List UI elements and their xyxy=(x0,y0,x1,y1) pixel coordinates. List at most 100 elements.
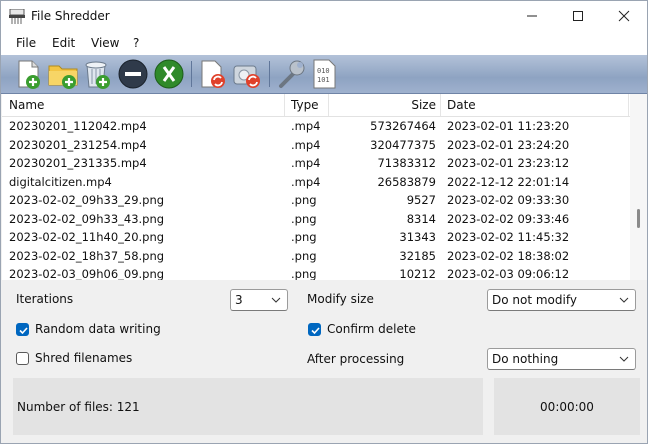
close-button[interactable] xyxy=(601,1,647,31)
table-row[interactable]: 2023-02-02_18h37_58.png .png 32185 2023-02-… xyxy=(2,247,630,265)
column-divider[interactable] xyxy=(440,94,441,116)
menu-view[interactable]: View xyxy=(91,36,119,50)
binary-file-icon: 010 101 xyxy=(313,59,336,89)
column-date-header[interactable]: Date xyxy=(447,98,476,112)
clear-list-button[interactable] xyxy=(153,58,185,90)
table-row[interactable]: 2023-02-02_11h40_20.png .png 31343 2023-02-… xyxy=(2,228,630,246)
chevron-down-icon xyxy=(619,356,629,362)
file-date-cell: 2023-02-01 23:24:20 xyxy=(447,137,570,152)
scrollbar-thumb[interactable] xyxy=(637,209,640,228)
iterations-value: 3 xyxy=(235,293,243,307)
file-count-text: Number of files: 121 xyxy=(17,400,140,414)
random-data-label[interactable]: Random data writing xyxy=(35,322,161,336)
shred-files-button[interactable] xyxy=(197,58,229,90)
file-type-cell: .mp4 xyxy=(291,156,321,170)
toolbar-separator xyxy=(269,61,270,87)
file-date-cell: 2023-02-01 23:23:12 xyxy=(447,156,570,170)
file-size-cell: 71383312 xyxy=(377,156,436,170)
menu-bar: File Edit View ? xyxy=(1,31,647,55)
random-data-checkbox[interactable] xyxy=(16,323,29,336)
list-vertical-scrollbar[interactable] xyxy=(630,94,647,280)
menu-file[interactable]: File xyxy=(16,36,36,50)
shred-files-icon xyxy=(201,60,225,88)
title-bar: File Shredder xyxy=(1,1,647,31)
file-type-cell: .png xyxy=(291,248,317,263)
confirm-delete-label[interactable]: Confirm delete xyxy=(327,322,416,336)
file-size-cell: 9527 xyxy=(406,193,436,207)
modify-size-select[interactable]: Do not modify xyxy=(487,289,636,311)
table-row[interactable]: 20230201_231335.mp4 .mp4 71383312 2023-02-0… xyxy=(2,154,630,172)
app-shredder-icon xyxy=(9,9,25,24)
file-name-cell: 2023-02-03_09h06_09.png xyxy=(9,267,165,280)
file-list[interactable]: Name Type Size Date 20230201_112042.mp4.… xyxy=(2,94,630,280)
column-divider[interactable] xyxy=(628,94,629,116)
column-divider[interactable] xyxy=(284,94,285,116)
binary-view-button[interactable]: 010 101 xyxy=(309,58,341,90)
elapsed-time: 00:00:00 xyxy=(540,400,594,414)
table-row[interactable]: 2023-02-02_09h33_29.png .png 9527 2023-02-0… xyxy=(2,191,630,209)
file-name-cell: 20230201_231335.mp4 xyxy=(9,156,147,170)
file-type-cell: .png xyxy=(291,230,317,244)
minimize-icon xyxy=(527,15,537,17)
file-size-cell: 8314 xyxy=(406,211,436,226)
table-row[interactable]: 2023-02-03_09h06_09.png .png 10212 2023-02-… xyxy=(2,265,630,280)
confirm-delete-checkbox[interactable] xyxy=(308,323,321,336)
remove-button[interactable] xyxy=(117,58,149,90)
chevron-down-icon xyxy=(271,297,281,303)
add-file-button[interactable] xyxy=(13,58,45,90)
column-divider[interactable] xyxy=(328,94,329,116)
table-row[interactable]: 20230201_231254.mp4 .mp4 320477375 2023-02-… xyxy=(2,136,630,154)
file-name-cell: digitalcitizen.mp4 xyxy=(9,174,112,189)
file-size-cell: 320477375 xyxy=(370,137,436,152)
menu-help[interactable]: ? xyxy=(133,36,139,50)
file-type-cell: .png xyxy=(291,267,317,280)
list-header: Name Type Size Date xyxy=(2,94,630,117)
checkmark-icon xyxy=(19,327,28,335)
file-date-cell: 2023-02-02 11:45:32 xyxy=(447,230,570,244)
after-processing-select[interactable]: Do nothing xyxy=(487,348,636,370)
add-folder-icon xyxy=(48,65,78,89)
file-date-cell: 2023-02-02 09:33:30 xyxy=(447,193,570,207)
file-name-cell: 2023-02-02_18h37_58.png xyxy=(9,248,165,263)
column-size-header[interactable]: Size xyxy=(332,98,436,112)
remove-icon xyxy=(118,59,148,89)
maximize-button[interactable] xyxy=(555,1,601,31)
file-type-cell: .png xyxy=(291,211,317,226)
file-type-cell: .png xyxy=(291,193,317,207)
file-size-cell: 32185 xyxy=(399,248,436,263)
minimize-button[interactable] xyxy=(509,1,555,31)
settings-wrench-icon xyxy=(279,60,305,88)
column-type-header[interactable]: Type xyxy=(291,98,319,112)
iterations-select[interactable]: 3 xyxy=(230,289,288,311)
shred-free-space-button[interactable] xyxy=(231,58,263,90)
iterations-label: Iterations xyxy=(16,292,74,306)
modify-size-label: Modify size xyxy=(307,292,374,306)
add-folder-button[interactable] xyxy=(47,58,79,90)
svg-text:010: 010 xyxy=(317,67,330,75)
file-date-cell: 2022-12-12 22:01:14 xyxy=(447,174,570,189)
shred-filenames-checkbox[interactable] xyxy=(16,352,29,365)
shred-free-space-icon xyxy=(233,65,260,88)
file-name-cell: 2023-02-02_11h40_20.png xyxy=(9,230,165,244)
close-icon xyxy=(618,10,630,22)
menu-edit[interactable]: Edit xyxy=(52,36,75,50)
column-name-header[interactable]: Name xyxy=(9,98,44,112)
settings-button[interactable] xyxy=(275,58,307,90)
add-file-icon xyxy=(18,60,40,89)
file-type-cell: .mp4 xyxy=(291,137,321,152)
shred-filenames-label[interactable]: Shred filenames xyxy=(35,351,132,365)
file-date-cell: 2023-02-02 09:33:46 xyxy=(447,211,570,226)
after-processing-label: After processing xyxy=(307,352,405,366)
file-name-cell: 20230201_231254.mp4 xyxy=(9,137,147,152)
table-row[interactable]: 2023-02-02_09h33_43.png .png 8314 2023-02-0… xyxy=(2,210,630,228)
file-date-cell: 2023-02-03 09:06:12 xyxy=(447,267,570,280)
add-recycle-bin-icon xyxy=(85,61,110,89)
maximize-icon xyxy=(573,11,583,21)
table-row[interactable]: 20230201_112042.mp4 .mp4 573267464 2023-02-… xyxy=(2,117,630,135)
file-name-cell: 2023-02-02_09h33_43.png xyxy=(9,211,165,226)
table-row[interactable]: digitalcitizen.mp4 .mp4 26583879 2022-12-12… xyxy=(2,173,630,191)
file-date-cell: 2023-02-02 18:38:02 xyxy=(447,248,570,263)
add-recycle-bin-button[interactable] xyxy=(81,58,113,90)
window-title: File Shredder xyxy=(31,9,110,23)
file-size-cell: 26583879 xyxy=(377,174,436,189)
